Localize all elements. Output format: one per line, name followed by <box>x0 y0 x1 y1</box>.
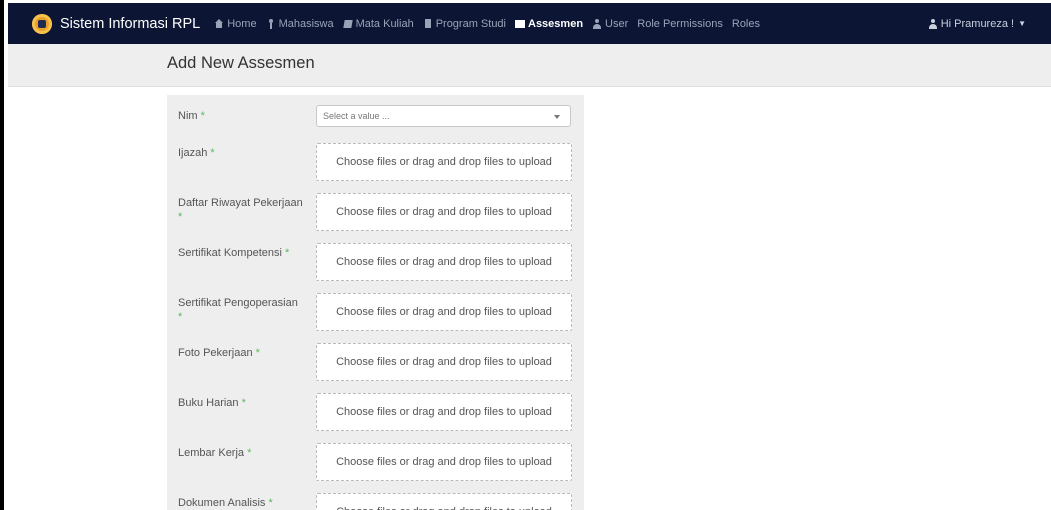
lembar-kerja-upload-dropzone[interactable]: Choose files or drag and drop files to u… <box>316 443 572 481</box>
dropzone-text: Choose files or drag and drop files to u… <box>336 306 552 318</box>
required-mark: * <box>178 211 183 223</box>
page-header: Add New Assesmen <box>8 44 1051 87</box>
table-icon <box>515 19 525 29</box>
form-row-sertifikat-pengoperasian: Sertifikat Pengoperasian * Choose files … <box>167 293 584 343</box>
nav-item-assesmen[interactable]: Assesmen <box>515 18 583 30</box>
form-row-lembar-kerja: Lembar Kerja * Choose files or drag and … <box>167 443 584 493</box>
field-label: Lembar Kerja * <box>178 446 308 460</box>
field-label: Sertifikat Kompetensi * <box>178 246 308 260</box>
form-row-foto-pekerjaan: Foto Pekerjaan * Choose files or drag an… <box>167 343 584 393</box>
nav-item-label: Program Studi <box>435 17 506 30</box>
required-mark: * <box>241 397 246 409</box>
required-mark: * <box>178 311 183 323</box>
sertifikat-kompetensi-upload-dropzone[interactable]: Choose files or drag and drop files to u… <box>316 243 572 281</box>
dropzone-text: Choose files or drag and drop files to u… <box>336 456 552 468</box>
dropzone-text: Choose files or drag and drop files to u… <box>336 356 552 368</box>
nim-select[interactable]: Select a value ... <box>316 105 571 127</box>
field-label: Ijazah * <box>178 146 308 160</box>
field-label-text: Foto Pekerjaan <box>178 347 253 359</box>
nav-item-label: Role Permissions <box>637 17 723 30</box>
required-mark: * <box>247 447 252 459</box>
field-label-text: Sertifikat Kompetensi <box>178 247 282 259</box>
chevron-down-icon <box>554 115 560 119</box>
form-row-nim: Nim * Select a value ... <box>167 95 584 137</box>
brand-title: Sistem Informasi RPL <box>60 15 201 32</box>
nav-item-mata-kuliah[interactable]: Mata Kuliah <box>343 18 414 30</box>
field-label: Foto Pekerjaan * <box>178 346 308 360</box>
user-icon <box>928 18 938 29</box>
assesmen-form: Nim * Select a value ... Ijazah * Choose… <box>167 95 584 510</box>
caret-down-icon: ▼ <box>1018 19 1026 28</box>
nav-item-label: Roles <box>731 17 760 30</box>
form-row-buku-harian: Buku Harian * Choose files or drag and d… <box>167 393 584 443</box>
field-label: Buku Harian * <box>178 396 308 410</box>
field-label: Nim * <box>178 109 308 123</box>
home-icon <box>214 18 224 29</box>
nav-items: Home Mahasiswa Mata Kuliah Program Studi… <box>214 18 769 30</box>
nav-item-label: Mahasiswa <box>278 17 334 30</box>
nav-item-label: User <box>605 17 629 30</box>
form-row-sertifikat-kompetensi: Sertifikat Kompetensi * Choose files or … <box>167 243 584 293</box>
brand[interactable]: Sistem Informasi RPL <box>32 13 201 34</box>
brand-logo-icon <box>32 13 52 34</box>
field-label: Dokumen Analisis * <box>178 496 308 510</box>
field-label-text: Buku Harian <box>178 397 239 409</box>
buku-harian-upload-dropzone[interactable]: Choose files or drag and drop files to u… <box>316 393 572 431</box>
field-label-text: Nim <box>178 110 198 122</box>
ijazah-upload-dropzone[interactable]: Choose files or drag and drop files to u… <box>316 143 572 181</box>
riwayat-pekerjaan-upload-dropzone[interactable]: Choose files or drag and drop files to u… <box>316 193 572 231</box>
navbar: Sistem Informasi RPL Home Mahasiswa Mata… <box>8 3 1051 44</box>
required-mark: * <box>268 497 273 509</box>
nav-item-label: Assesmen <box>528 17 584 30</box>
dropzone-text: Choose files or drag and drop files to u… <box>336 406 552 418</box>
user-greeting: Hi Pramureza ! <box>940 17 1015 30</box>
dropzone-text: Choose files or drag and drop files to u… <box>336 256 552 268</box>
field-label-text: Sertifikat Pengoperasian <box>178 297 298 309</box>
form-row-dokumen-analisis: Dokumen Analisis * Choose files or drag … <box>167 493 584 510</box>
nav-item-user[interactable]: User <box>592 18 628 30</box>
dropzone-text: Choose files or drag and drop files to u… <box>336 156 552 168</box>
field-label-text: Dokumen Analisis <box>178 497 266 509</box>
form-row-ijazah: Ijazah * Choose files or drag and drop f… <box>167 143 584 193</box>
required-mark: * <box>285 247 290 259</box>
field-label-text: Ijazah <box>178 147 208 159</box>
field-label-text: Daftar Riwayat Pekerjaan <box>178 197 303 209</box>
user-menu[interactable]: Hi Pramureza ! ▼ <box>928 3 1026 44</box>
required-mark: * <box>255 347 260 359</box>
field-label: Sertifikat Pengoperasian * <box>178 296 308 324</box>
nim-select-placeholder: Select a value ... <box>323 111 390 121</box>
form-row-daftar-riwayat-pekerjaan: Daftar Riwayat Pekerjaan * Choose files … <box>167 193 584 243</box>
dropzone-text: Choose files or drag and drop files to u… <box>336 506 552 510</box>
nav-item-label: Mata Kuliah <box>355 17 414 30</box>
nav-item-home[interactable]: Home <box>214 17 257 30</box>
nav-item-roles[interactable]: Roles <box>732 18 760 30</box>
page-title: Add New Assesmen <box>167 54 315 72</box>
nav-item-mahasiswa[interactable]: Mahasiswa <box>266 18 334 30</box>
bookmark-icon <box>423 18 433 29</box>
nav-item-label: Home <box>227 17 257 30</box>
nav-item-program-studi[interactable]: Program Studi <box>423 18 506 30</box>
required-mark: * <box>200 110 205 122</box>
dropzone-text: Choose files or drag and drop files to u… <box>336 206 552 218</box>
graduate-icon <box>266 18 276 29</box>
sertifikat-pengoperasian-upload-dropzone[interactable]: Choose files or drag and drop files to u… <box>316 293 572 331</box>
nav-item-role-permissions[interactable]: Role Permissions <box>637 18 723 30</box>
user-icon <box>592 18 602 29</box>
app-frame: Sistem Informasi RPL Home Mahasiswa Mata… <box>0 0 1051 510</box>
foto-pekerjaan-upload-dropzone[interactable]: Choose files or drag and drop files to u… <box>316 343 572 381</box>
field-label: Daftar Riwayat Pekerjaan * <box>178 196 308 224</box>
book-icon <box>343 19 353 29</box>
required-mark: * <box>210 147 215 159</box>
dokumen-analisis-upload-dropzone[interactable]: Choose files or drag and drop files to u… <box>316 493 572 510</box>
field-label-text: Lembar Kerja <box>178 447 245 459</box>
